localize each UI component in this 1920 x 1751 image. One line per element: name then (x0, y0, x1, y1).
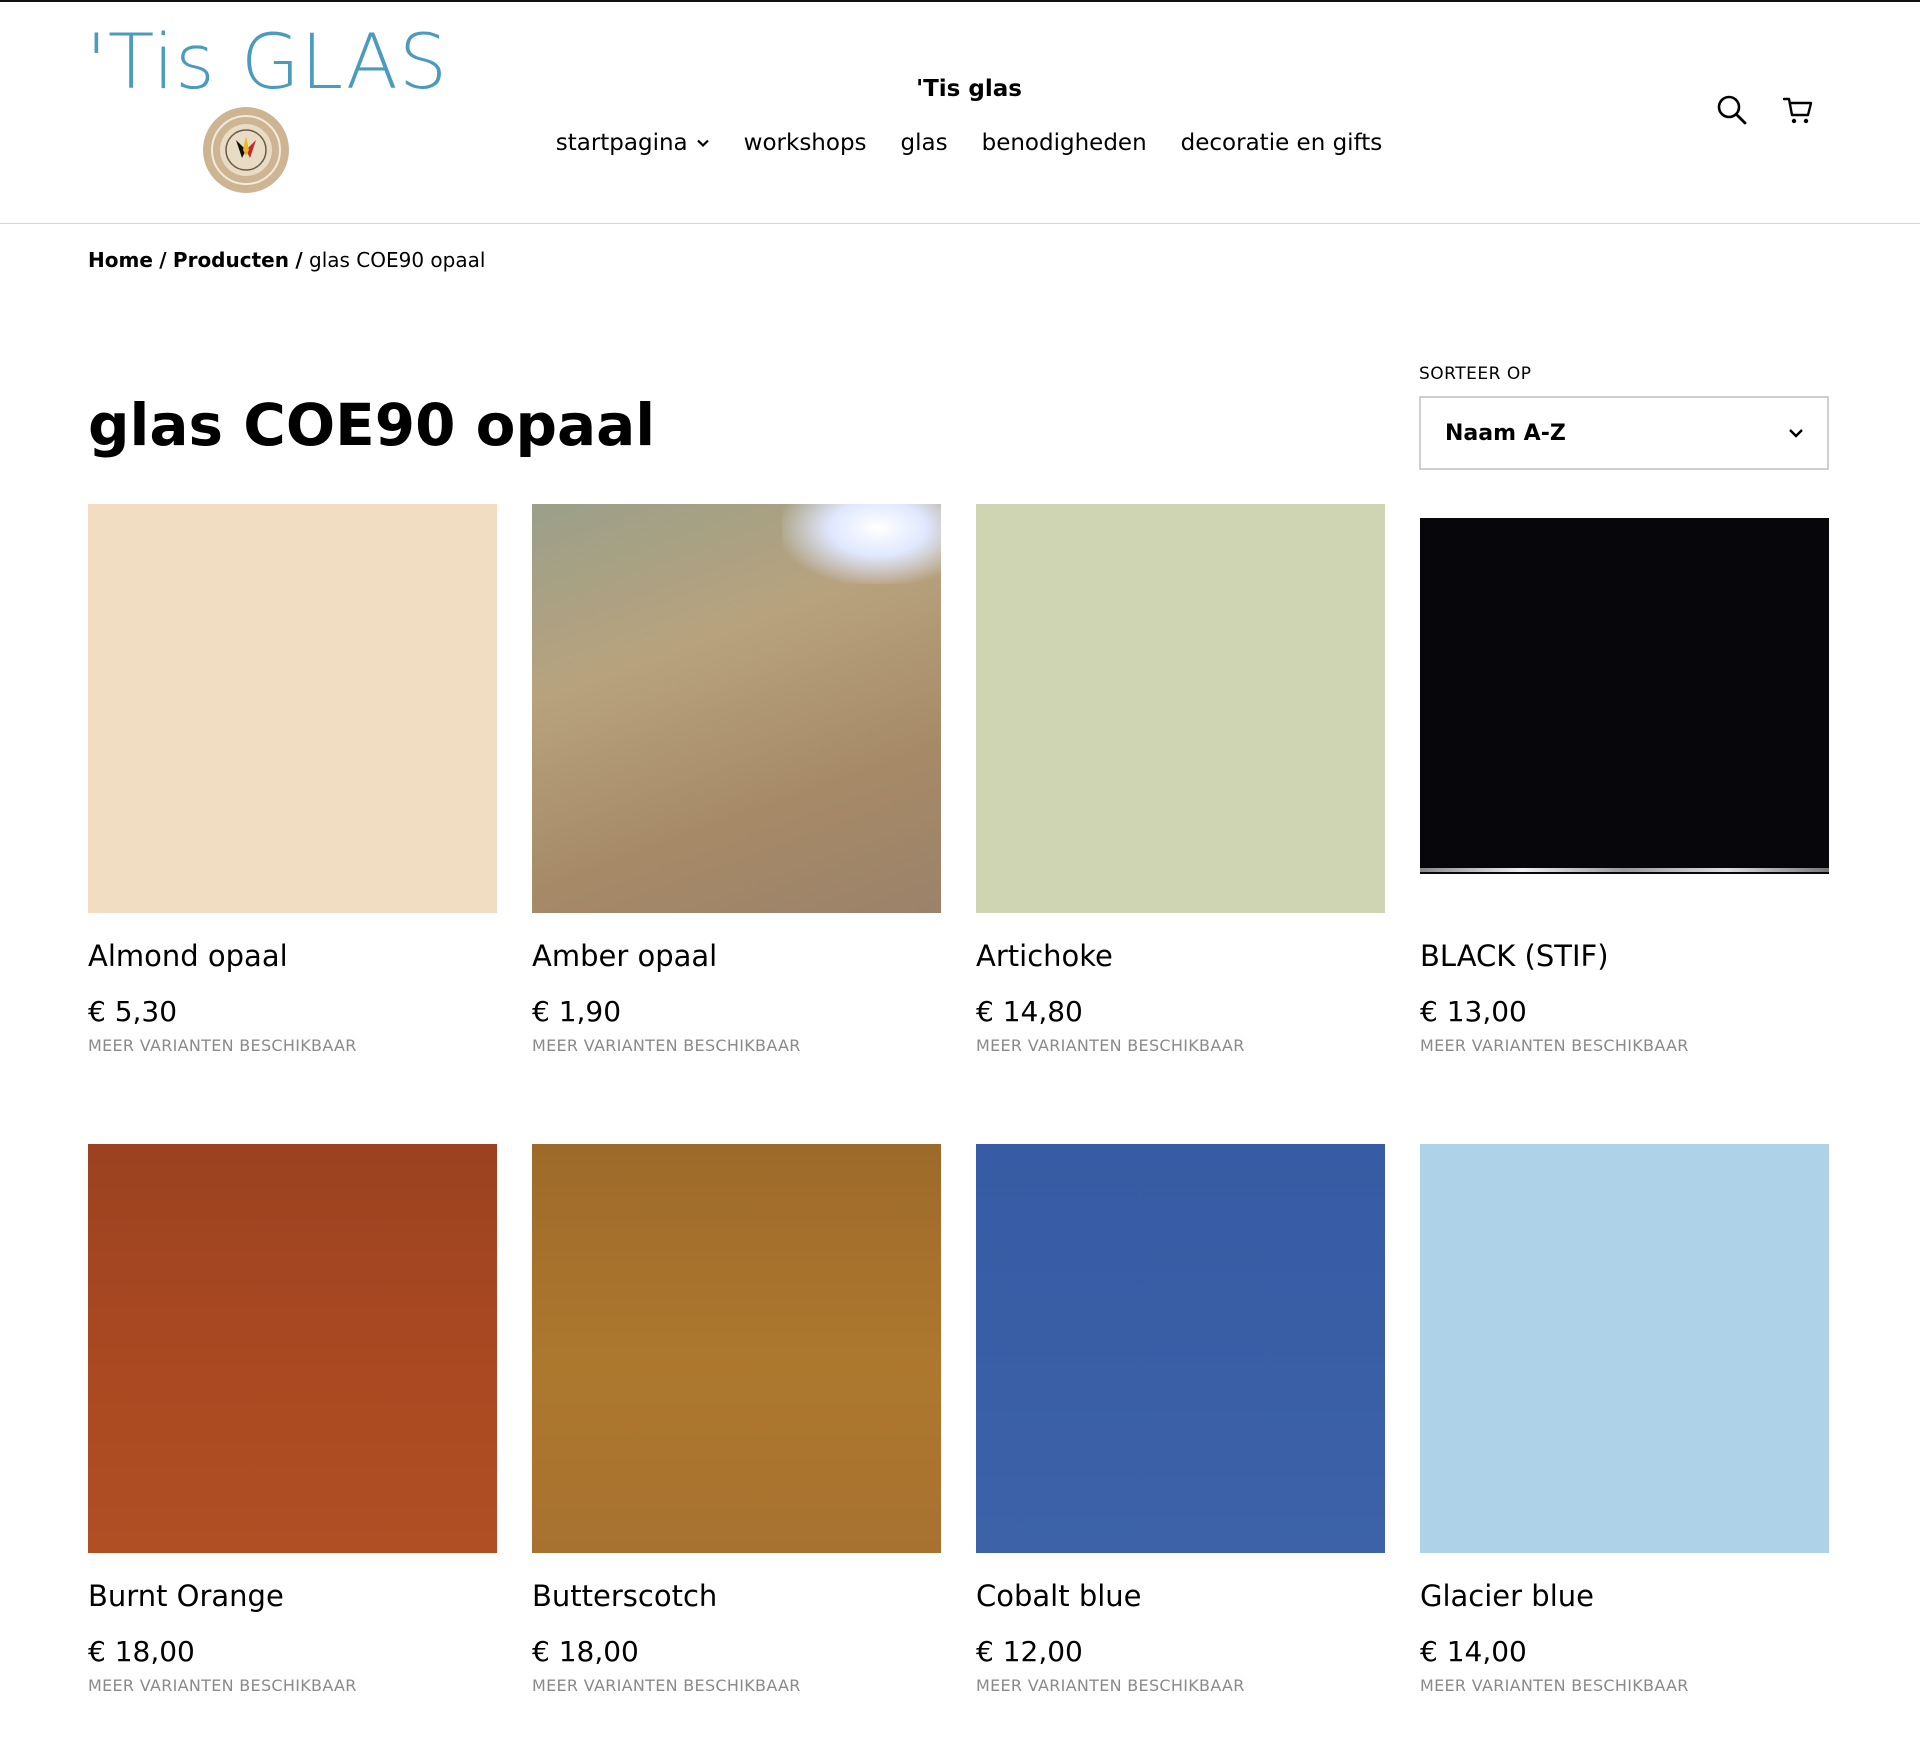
product-price: € 5,30 (88, 995, 178, 1028)
product-name[interactable]: BLACK (STIF) (1420, 939, 1829, 973)
nav-label: decoratie en gifts (1180, 130, 1383, 156)
product-variants-note: MEER VARIANTEN BESCHIKBAAR (1420, 1036, 1689, 1055)
product-name[interactable]: Glacier blue (1420, 1579, 1829, 1613)
product-grid: Almond opaal € 5,30 MEER VARIANTEN BESCH… (88, 504, 1829, 1751)
sort-selected-value: Naam A-Z (1445, 420, 1566, 446)
nav-label: startpagina (555, 130, 688, 156)
product-variants-note: MEER VARIANTEN BESCHIKBAAR (1420, 1676, 1689, 1695)
nav-label: glas (900, 130, 948, 156)
nav-item-decoratie-en-gifts[interactable]: decoratie en gifts (1181, 130, 1383, 156)
breadcrumb-current: glas COE90 opaal (309, 248, 486, 272)
product-price: € 1,90 (532, 995, 622, 1028)
breadcrumb: Home / Producten / glas COE90 opaal (88, 248, 485, 272)
sort-select[interactable]: Naam A-Z (1419, 396, 1829, 470)
product-card[interactable]: Burnt Orange € 18,00 MEER VARIANTEN BESC… (88, 1144, 497, 1751)
product-price: € 14,80 (976, 995, 1083, 1028)
site-title[interactable]: 'Tis glas (0, 76, 1920, 102)
glass-edge (1420, 868, 1829, 872)
product-card[interactable]: Butterscotch € 18,00 MEER VARIANTEN BESC… (532, 1144, 941, 1751)
product-image[interactable] (88, 1144, 497, 1553)
product-name[interactable]: Amber opaal (532, 939, 941, 973)
page-title: glas COE90 opaal (88, 391, 656, 459)
sort-label: SORTEER OP (1419, 364, 1532, 384)
product-image[interactable] (1420, 504, 1829, 913)
nav-label: benodigheden (981, 130, 1147, 156)
product-name[interactable]: Butterscotch (532, 1579, 941, 1613)
product-price: € 18,00 (88, 1635, 195, 1668)
chevron-down-icon (696, 139, 709, 148)
site-header: 'Tis GLAS 'Tis glas startpagina workshop… (0, 2, 1920, 224)
nav-label: workshops (743, 130, 867, 156)
product-image[interactable] (976, 504, 1385, 913)
product-price: € 12,00 (976, 1635, 1083, 1668)
product-image[interactable] (1420, 1144, 1829, 1553)
product-variants-note: MEER VARIANTEN BESCHIKBAAR (532, 1676, 801, 1695)
product-image[interactable] (532, 504, 941, 913)
site-logo[interactable]: 'Tis GLAS (86, 24, 447, 196)
product-card[interactable]: Artichoke € 14,80 MEER VARIANTEN BESCHIK… (976, 504, 1385, 1144)
product-card[interactable]: Cobalt blue € 12,00 MEER VARIANTEN BESCH… (976, 1144, 1385, 1751)
breadcrumb-separator: / (159, 248, 167, 272)
product-variants-note: MEER VARIANTEN BESCHIKBAAR (976, 1676, 1245, 1695)
product-name[interactable]: Almond opaal (88, 939, 497, 973)
product-image[interactable] (88, 504, 497, 913)
nav-item-workshops[interactable]: workshops (744, 130, 867, 156)
product-card[interactable]: BLACK (STIF) € 13,00 MEER VARIANTEN BESC… (1420, 504, 1829, 1144)
product-image[interactable] (532, 1144, 941, 1553)
chevron-down-icon (1789, 429, 1803, 438)
product-variants-note: MEER VARIANTEN BESCHIKBAAR (532, 1036, 801, 1055)
product-name[interactable]: Burnt Orange (88, 1579, 497, 1613)
search-icon[interactable] (1716, 94, 1748, 126)
cart-icon[interactable] (1782, 94, 1814, 126)
product-image[interactable] (976, 1144, 1385, 1553)
breadcrumb-separator: / (295, 248, 303, 272)
breadcrumb-home[interactable]: Home (88, 248, 153, 272)
glass-sheet (1420, 518, 1829, 874)
product-price: € 14,00 (1420, 1635, 1527, 1668)
product-variants-note: MEER VARIANTEN BESCHIKBAAR (88, 1036, 357, 1055)
product-card[interactable]: Glacier blue € 14,00 MEER VARIANTEN BESC… (1420, 1144, 1829, 1751)
product-name[interactable]: Cobalt blue (976, 1579, 1385, 1613)
product-card[interactable]: Amber opaal € 1,90 MEER VARIANTEN BESCHI… (532, 504, 941, 1144)
main-nav: startpagina workshops glas benodigheden … (0, 130, 1920, 156)
nav-item-glas[interactable]: glas (901, 130, 948, 156)
product-variants-note: MEER VARIANTEN BESCHIKBAAR (88, 1676, 357, 1695)
header-actions (1716, 94, 1814, 126)
nav-item-startpagina[interactable]: startpagina (556, 130, 710, 156)
nav-item-benodigheden[interactable]: benodigheden (982, 130, 1147, 156)
product-name[interactable]: Artichoke (976, 939, 1385, 973)
breadcrumb-products[interactable]: Producten (173, 248, 289, 272)
product-card[interactable]: Almond opaal € 5,30 MEER VARIANTEN BESCH… (88, 504, 497, 1144)
product-variants-note: MEER VARIANTEN BESCHIKBAAR (976, 1036, 1245, 1055)
product-price: € 18,00 (532, 1635, 639, 1668)
product-price: € 13,00 (1420, 995, 1527, 1028)
